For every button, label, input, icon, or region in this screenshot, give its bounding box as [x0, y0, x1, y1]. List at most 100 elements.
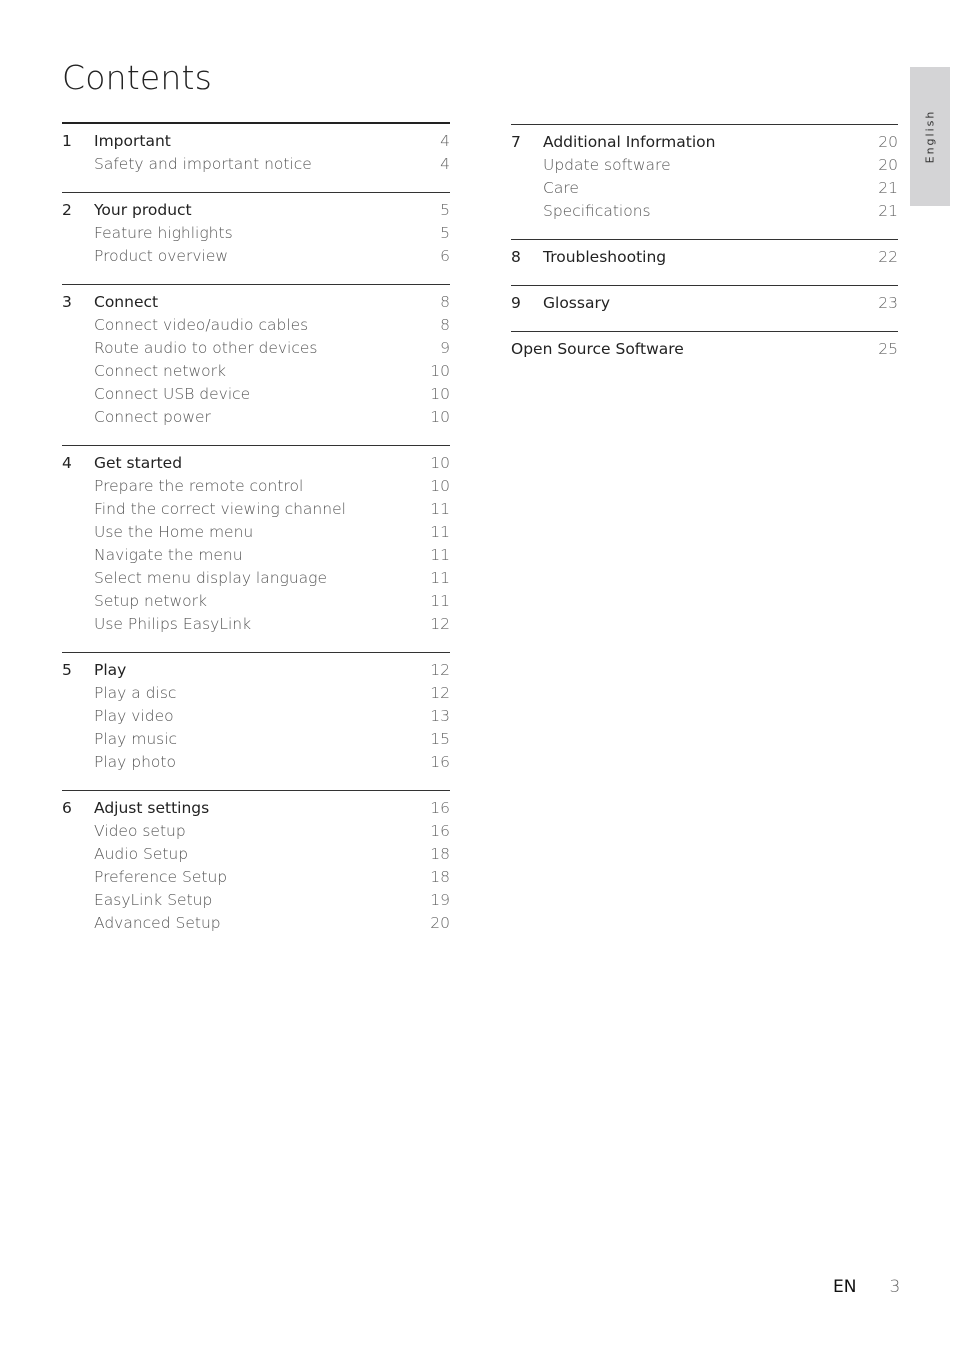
- toc-subsection-entry[interactable]: Specifications 21: [511, 200, 898, 223]
- toc-subsection-entry[interactable]: Prepare the remote control 10: [62, 475, 450, 498]
- subsection-title: Connect network: [94, 362, 226, 380]
- subsection-page-number: 5: [440, 224, 450, 242]
- toc-chapter-entry[interactable]: 2 Your product 5: [62, 199, 450, 222]
- subsection-title: Connect video/audio cables: [94, 316, 309, 334]
- subsection-page-number: 11: [430, 569, 450, 587]
- subsection-title: Play music: [94, 730, 178, 748]
- subsection-page-number: 10: [430, 477, 450, 495]
- toc-subsection-entry[interactable]: Advanced Setup 20: [62, 912, 450, 935]
- chapter-number: 3: [62, 293, 72, 311]
- chapter-page-number: 8: [440, 293, 450, 311]
- subsection-title: Select menu display language: [94, 569, 328, 587]
- chapter-number: 5: [62, 661, 72, 679]
- toc-chapter-entry[interactable]: 5 Play 12: [62, 659, 450, 682]
- subsection-title: Audio Setup: [94, 845, 189, 863]
- subsection-title: Safety and important notice: [94, 155, 312, 173]
- toc-section: Open Source Software 25: [511, 331, 898, 377]
- subsection-title: Care: [543, 179, 579, 197]
- toc-chapter-entry[interactable]: 9 Glossary 23: [511, 292, 898, 315]
- chapter-number: 1: [62, 132, 72, 150]
- chapter-title: Troubleshooting: [543, 248, 667, 266]
- toc-subsection-entry[interactable]: Video setup 16: [62, 820, 450, 843]
- subsection-title: EasyLink Setup: [94, 891, 213, 909]
- toc-subsection-entry[interactable]: Connect power 10: [62, 406, 450, 429]
- subsection-title: Advanced Setup: [94, 914, 221, 932]
- subsection-page-number: 12: [430, 684, 450, 702]
- toc-subsection-entry[interactable]: Connect network 10: [62, 360, 450, 383]
- subsection-page-number: 16: [430, 822, 450, 840]
- toc-chapter-entry[interactable]: 4 Get started 10: [62, 452, 450, 475]
- toc-chapter-entry[interactable]: 6 Adjust settings 16: [62, 797, 450, 820]
- subsection-title: Video setup: [94, 822, 186, 840]
- subsection-page-number: 10: [430, 385, 450, 403]
- chapter-title: Adjust settings: [94, 799, 210, 817]
- subsection-page-number: 10: [430, 408, 450, 426]
- language-tab: English: [910, 67, 950, 206]
- chapter-title: Glossary: [543, 294, 610, 312]
- toc-subsection-entry[interactable]: Use the Home menu 11: [62, 521, 450, 544]
- subsection-title: Use the Home menu: [94, 523, 254, 541]
- chapter-number: 4: [62, 454, 72, 472]
- toc-right-column: 7 Additional Information 20 Update software…: [511, 124, 898, 377]
- subsection-page-number: 4: [440, 155, 450, 173]
- toc-section: 2 Your product 5 Feature highlights 5 Product…: [62, 192, 450, 284]
- toc-chapter-entry[interactable]: 1 Important 4: [62, 130, 450, 153]
- toc-subsection-entry[interactable]: Connect USB device 10: [62, 383, 450, 406]
- chapter-page-number: 12: [430, 661, 450, 679]
- toc-subsection-entry[interactable]: Care 21: [511, 177, 898, 200]
- chapter-page-number: 16: [430, 799, 450, 817]
- chapter-number: 7: [511, 133, 521, 151]
- toc-subsection-entry[interactable]: Product overview 6: [62, 245, 450, 268]
- subsection-title: Play photo: [94, 753, 176, 771]
- toc-section: 7 Additional Information 20 Update software…: [511, 124, 898, 239]
- toc-subsection-entry[interactable]: Play video 13: [62, 705, 450, 728]
- toc-subsection-entry[interactable]: Connect video/audio cables 8: [62, 314, 450, 337]
- subsection-title: Setup network: [94, 592, 207, 610]
- toc-subsection-entry[interactable]: Safety and important notice 4: [62, 153, 450, 176]
- chapter-title: Open Source Software: [511, 340, 684, 358]
- toc-subsection-entry[interactable]: Feature highlights 5: [62, 222, 450, 245]
- subsection-page-number: 10: [430, 362, 450, 380]
- subsection-page-number: 18: [430, 845, 450, 863]
- chapter-title: Connect: [94, 293, 159, 311]
- toc-chapter-entry[interactable]: 7 Additional Information 20: [511, 131, 898, 154]
- toc-subsection-entry[interactable]: Audio Setup 18: [62, 843, 450, 866]
- subsection-page-number: 13: [430, 707, 450, 725]
- toc-chapter-entry[interactable]: Open Source Software 25: [511, 338, 898, 361]
- subsection-title: Navigate the menu: [94, 546, 243, 564]
- subsection-page-number: 11: [430, 546, 450, 564]
- subsection-page-number: 11: [430, 523, 450, 541]
- toc-section: 8 Troubleshooting 22: [511, 239, 898, 285]
- language-tab-label: English: [923, 109, 937, 164]
- toc-subsection-entry[interactable]: EasyLink Setup 19: [62, 889, 450, 912]
- chapter-title: Additional Information: [543, 133, 716, 151]
- toc-subsection-entry[interactable]: Play music 15: [62, 728, 450, 751]
- subsection-title: Use Philips EasyLink: [94, 615, 252, 633]
- toc-subsection-entry[interactable]: Route audio to other devices 9: [62, 337, 450, 360]
- toc-subsection-entry[interactable]: Use Philips EasyLink 12: [62, 613, 450, 636]
- toc-section: 3 Connect 8 Connect video/audio cables 8 Rout…: [62, 284, 450, 445]
- toc-subsection-entry[interactable]: Preference Setup 18: [62, 866, 450, 889]
- chapter-number: 9: [511, 294, 521, 312]
- chapter-title: Your product: [94, 201, 192, 219]
- subsection-title: Product overview: [94, 247, 229, 265]
- toc-subsection-entry[interactable]: Select menu display language 11: [62, 567, 450, 590]
- toc-section: 4 Get started 10 Prepare the remote control…: [62, 445, 450, 652]
- chapter-number: 6: [62, 799, 72, 817]
- subsection-page-number: 6: [440, 247, 450, 265]
- subsection-page-number: 9: [440, 339, 450, 357]
- toc-subsection-entry[interactable]: Play a disc 12: [62, 682, 450, 705]
- toc-section: 6 Adjust settings 16 Video setup 16 Audio Set…: [62, 790, 450, 951]
- subsection-page-number: 11: [430, 500, 450, 518]
- toc-subsection-entry[interactable]: Setup network 11: [62, 590, 450, 613]
- toc-chapter-entry[interactable]: 3 Connect 8: [62, 291, 450, 314]
- toc-subsection-entry[interactable]: Find the correct viewing channel 11: [62, 498, 450, 521]
- chapter-title: Play: [94, 661, 127, 679]
- footer-language-code: EN: [833, 1277, 857, 1297]
- toc-subsection-entry[interactable]: Navigate the menu 11: [62, 544, 450, 567]
- subsection-title: Prepare the remote control: [94, 477, 304, 495]
- toc-subsection-entry[interactable]: Update software 20: [511, 154, 898, 177]
- toc-chapter-entry[interactable]: 8 Troubleshooting 22: [511, 246, 898, 269]
- subsection-page-number: 8: [440, 316, 450, 334]
- toc-subsection-entry[interactable]: Play photo 16: [62, 751, 450, 774]
